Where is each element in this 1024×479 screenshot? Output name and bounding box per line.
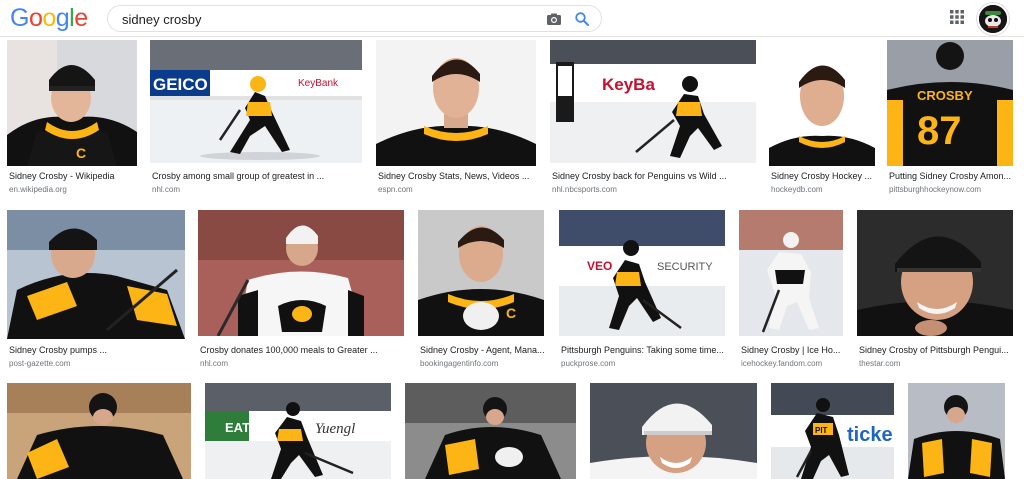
search-box (107, 5, 602, 32)
result-thumbnail (769, 40, 875, 166)
logo-letter: g (55, 4, 70, 32)
result-caption: Sidney Crosby back for Penguins vs Wild … (552, 171, 727, 181)
result-thumbnail (857, 210, 1013, 336)
result-caption: Sidney Crosby - Wikipedia (9, 171, 115, 181)
image-result[interactable]: C Sidney Crosby - Agent, Mana... booking… (418, 210, 544, 370)
apps-grid-icon[interactable] (950, 10, 964, 24)
ad-board-text: ticke (847, 424, 893, 446)
image-result[interactable]: Sidney Crosby Stats, News, Videos ... es… (376, 40, 536, 200)
search-input[interactable] (122, 10, 522, 28)
result-caption: Sidney Crosby Hockey ... (771, 171, 873, 181)
result-thumbnail: ticke PIT (771, 383, 894, 479)
jersey-name-text: CROSBY (917, 88, 973, 103)
result-thumbnail: CROSBY 87 (887, 40, 1013, 166)
result-source: post-gazette.com (9, 359, 71, 368)
ad-board-text: SECURITY (657, 261, 713, 273)
jersey-text: PIT (815, 426, 828, 435)
image-result[interactable]: ticke PIT (771, 383, 894, 479)
result-caption: Sidney Crosby pumps ... (9, 345, 108, 355)
result-caption: Sidney Crosby - Agent, Mana... (420, 345, 544, 355)
image-result[interactable]: GEICO KeyBank Crosby among small group o… (150, 40, 362, 200)
result-caption: Sidney Crosby of Pittsburgh Pengui... (859, 345, 1009, 355)
ad-board-text: VEO (587, 259, 612, 273)
google-logo[interactable]: Google (10, 4, 88, 33)
image-result[interactable]: Sidney Crosby | Ice Ho... icehockey.fand… (739, 210, 843, 370)
result-source: nhl.nbcsports.com (552, 185, 617, 194)
image-result[interactable]: CROSBY 87 Putting Sidney Crosby Amon... … (887, 40, 1013, 200)
ad-board-text: Yuengl (315, 421, 355, 437)
result-thumbnail (405, 383, 576, 479)
result-caption: Crosby among small group of greatest in … (152, 171, 325, 181)
result-caption: Sidney Crosby | Ice Ho... (741, 345, 841, 355)
result-thumbnail: C (418, 210, 544, 336)
ad-board-text: EAT (225, 420, 250, 435)
top-bar: Google (0, 0, 1024, 37)
result-source: nhl.com (152, 185, 181, 194)
image-result[interactable] (908, 383, 1005, 479)
camera-icon[interactable] (546, 11, 562, 27)
image-result[interactable]: VEO SECURITY Pittsburgh Penguins: Taking… (559, 210, 725, 370)
image-result[interactable]: C Sidney Crosby - Wikipedia en.wikipedia… (7, 40, 137, 200)
svg-text:C: C (76, 145, 86, 161)
result-thumbnail (198, 210, 404, 336)
result-source: espn.com (378, 185, 413, 194)
result-thumbnail (7, 210, 185, 339)
logo-letter: G (10, 4, 29, 32)
image-result[interactable]: EAT Yuengl (205, 383, 391, 479)
logo-letter: o (28, 4, 43, 32)
result-source: bookingagentinfo.com (420, 359, 499, 368)
search-icon[interactable] (574, 11, 590, 27)
result-thumbnail (590, 383, 757, 479)
image-result[interactable]: Sidney Crosby Hockey ... hockeydb.com (769, 40, 875, 200)
result-caption: Sidney Crosby Stats, News, Videos ... (378, 171, 530, 181)
image-result[interactable]: Crosby donates 100,000 meals to Greater … (198, 210, 404, 370)
result-source: en.wikipedia.org (9, 185, 67, 194)
image-result[interactable] (7, 383, 191, 479)
account-avatar[interactable] (977, 3, 1009, 35)
result-thumbnail (739, 210, 843, 336)
svg-text:C: C (506, 305, 516, 321)
image-result[interactable]: Sidney Crosby pumps ... post-gazette.com (7, 210, 185, 370)
result-thumbnail: GEICO KeyBank (150, 40, 362, 163)
result-thumbnail (908, 383, 1005, 479)
logo-letter: o (42, 4, 56, 32)
result-thumbnail (7, 383, 191, 479)
result-source: icehockey.fandom.com (741, 359, 823, 368)
result-source: pittsburghhockeynow.com (889, 185, 982, 194)
result-caption: Pittsburgh Penguins: Taking some time... (561, 345, 724, 355)
avatar-image (979, 5, 1007, 33)
result-thumbnail: VEO SECURITY (559, 210, 725, 336)
ad-board-text: KeyBa (602, 75, 655, 94)
image-result[interactable]: Sidney Crosby of Pittsburgh Pengui... th… (857, 210, 1013, 370)
result-thumbnail: EAT Yuengl (205, 383, 391, 479)
result-source: hockeydb.com (771, 185, 823, 194)
result-thumbnail: KeyBa (550, 40, 756, 163)
result-caption: Putting Sidney Crosby Amon... (889, 171, 1012, 181)
result-source: puckprose.com (561, 359, 616, 368)
image-result[interactable]: KeyBa Sidney Crosby back for Penguins vs… (550, 40, 756, 200)
result-source: nhl.com (200, 359, 229, 368)
image-result[interactable] (405, 383, 576, 479)
ad-board-text: KeyBank (298, 78, 339, 89)
result-thumbnail (376, 40, 536, 166)
image-result[interactable] (590, 383, 757, 479)
logo-letter: e (74, 4, 88, 32)
result-caption: Crosby donates 100,000 meals to Greater … (200, 345, 378, 355)
jersey-number-text: 87 (917, 109, 962, 153)
ad-board-text: GEICO (153, 75, 208, 94)
result-thumbnail: C (7, 40, 137, 166)
result-source: thestar.com (859, 359, 901, 368)
